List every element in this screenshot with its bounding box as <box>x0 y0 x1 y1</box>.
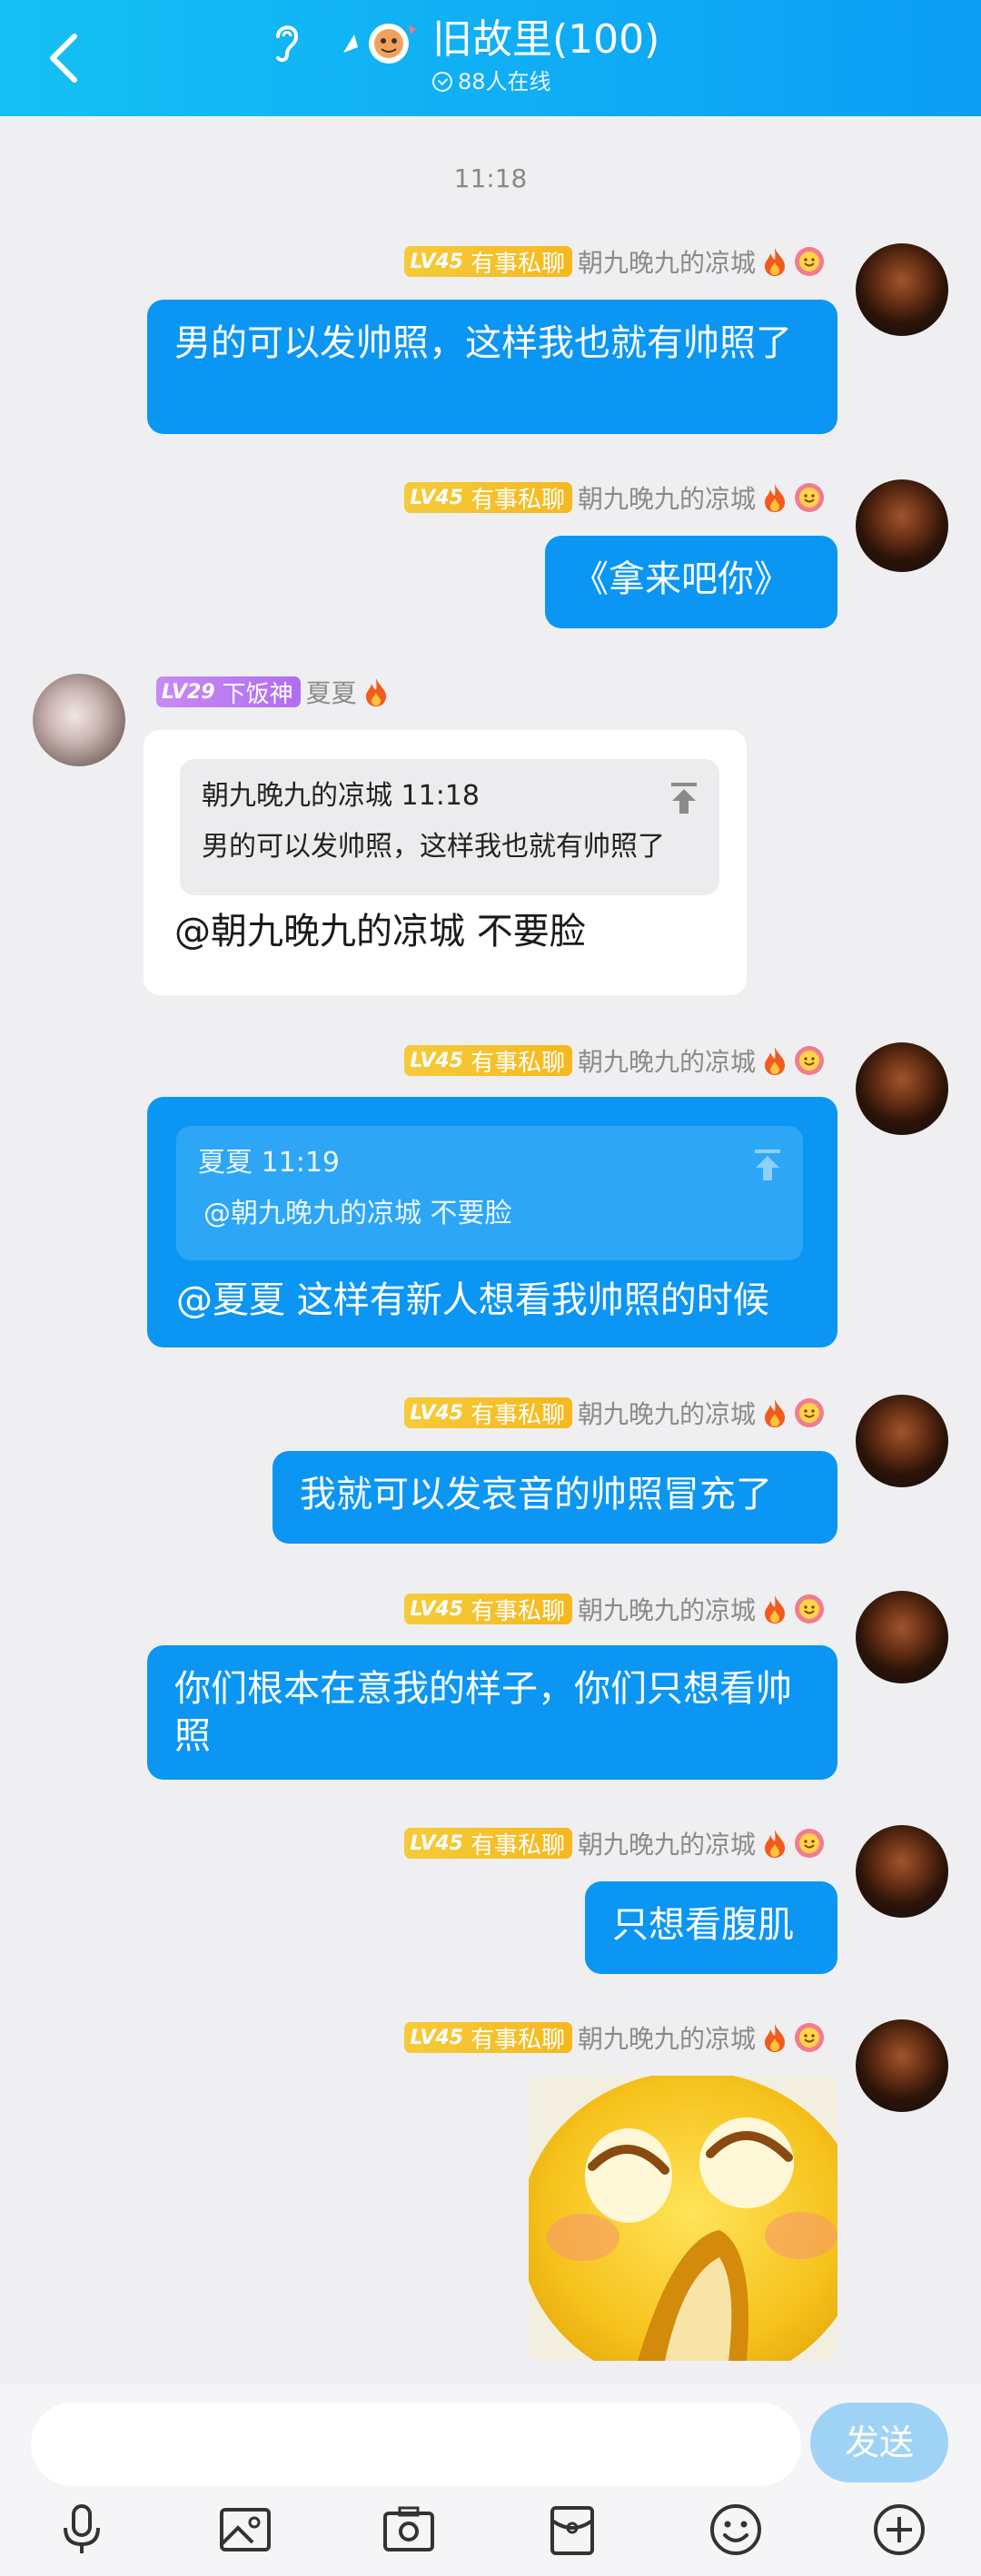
sender-name[interactable]: 朝九晚九的凉城 <box>578 479 756 516</box>
message-meta: LV45 有事私聊 朝九晚九的凉城 <box>404 243 825 280</box>
fire-icon <box>765 1399 785 1427</box>
chat-header: 旧故里(100) 88人在线 <box>0 0 981 116</box>
smile-badge-icon <box>795 1594 824 1624</box>
red-packet-icon[interactable] <box>543 2501 601 2559</box>
quoted-message[interactable]: 夏夏 11:19 @朝九晚九的凉城 不要脸 <box>176 1126 803 1260</box>
message-bubble[interactable]: 朝九晚九的凉城 11:18 男的可以发帅照，这样我也就有帅照了 @朝九晚九的凉城… <box>144 730 747 995</box>
message-meta: LV29 下饭神 夏夏 <box>156 674 390 710</box>
mic-icon[interactable] <box>53 2501 111 2559</box>
level-badge: LV45 有事私聊 <box>404 1397 572 1429</box>
group-avatar[interactable] <box>336 16 420 67</box>
quote-header: 夏夏 11:19 <box>198 1147 340 1179</box>
smile-badge-icon <box>795 2023 824 2052</box>
message-bubble[interactable]: 只想看腹肌 <box>585 1881 837 1974</box>
level-badge: LV45 有事私聊 <box>404 2022 572 2054</box>
sender-name[interactable]: 朝九晚九的凉城 <box>578 1042 756 1079</box>
send-button[interactable]: 发送 <box>810 2403 948 2482</box>
avatar[interactable] <box>856 1395 948 1487</box>
smile-badge-icon <box>795 1046 824 1075</box>
level-badge: LV45 有事私聊 <box>404 1594 572 1625</box>
message-text: @朝九晚九的凉城 不要脸 <box>174 911 586 952</box>
quote-header: 朝九晚九的凉城 11:18 <box>202 780 480 812</box>
message-meta: LV45 有事私聊 朝九晚九的凉城 <box>404 1042 825 1079</box>
sender-name[interactable]: 朝九晚九的凉城 <box>578 1825 756 1861</box>
message-bubble[interactable]: 《拿来吧你》 <box>545 536 837 628</box>
fire-icon <box>765 248 785 276</box>
group-title[interactable]: 旧故里(100) <box>432 13 659 67</box>
avatar[interactable] <box>856 1591 948 1683</box>
level-badge: LV45 有事私聊 <box>404 482 572 514</box>
sender-name[interactable]: 朝九晚九的凉城 <box>578 1591 756 1627</box>
smile-badge-icon <box>795 483 824 512</box>
jump-to-top-icon[interactable] <box>752 1148 783 1182</box>
image-icon[interactable] <box>216 2501 274 2559</box>
online-count[interactable]: 88人在线 <box>432 67 551 96</box>
level-badge: LV45 有事私聊 <box>404 1045 572 1077</box>
smile-badge-icon <box>795 1398 824 1427</box>
fire-icon <box>765 1047 785 1075</box>
avatar[interactable] <box>856 2019 948 2112</box>
fire-icon <box>765 1830 785 1858</box>
back-arrow-icon[interactable] <box>40 29 91 87</box>
message-input[interactable] <box>31 2403 801 2486</box>
jump-to-top-icon[interactable] <box>669 781 699 815</box>
sender-name[interactable]: 朝九晚九的凉城 <box>578 243 756 280</box>
avatar[interactable] <box>856 1042 948 1135</box>
sender-name[interactable]: 朝九晚九的凉城 <box>578 1395 756 1431</box>
level-badge: LV29 下饭神 <box>156 676 301 708</box>
level-badge: LV45 有事私聊 <box>404 246 572 278</box>
plus-icon[interactable] <box>870 2501 928 2559</box>
fire-icon <box>765 1595 785 1624</box>
level-badge: LV45 有事私聊 <box>404 1828 572 1860</box>
smile-badge-icon <box>795 247 824 276</box>
message-bubble[interactable]: 你们根本在意我的样子，你们只想看帅照 <box>147 1645 837 1780</box>
fire-icon <box>765 484 785 512</box>
sender-name[interactable]: 朝九晚九的凉城 <box>578 2019 756 2056</box>
camera-icon[interactable] <box>380 2501 438 2559</box>
smile-badge-icon <box>795 1829 824 1858</box>
message-meta: LV45 有事私聊 朝九晚九的凉城 <box>404 1395 825 1431</box>
avatar[interactable] <box>856 243 948 336</box>
message-meta: LV45 有事私聊 朝九晚九的凉城 <box>404 2019 825 2056</box>
message-bubble[interactable]: 男的可以发帅照，这样我也就有帅照了 <box>147 300 837 434</box>
message-bubble[interactable]: 夏夏 11:19 @朝九晚九的凉城 不要脸 @夏夏 这样有新人想看我帅照的时候 <box>147 1097 837 1347</box>
quote-text: @朝九晚九的凉城 不要脸 <box>203 1198 512 1229</box>
message-meta: LV45 有事私聊 朝九晚九的凉城 <box>404 1825 825 1861</box>
message-bubble[interactable]: 我就可以发哀音的帅照冒充了 <box>272 1451 837 1544</box>
message-text: @夏夏 这样有新人想看我帅照的时候 <box>176 1279 769 1321</box>
emoji-icon[interactable] <box>707 2501 765 2559</box>
ear-icon[interactable] <box>267 18 303 65</box>
quoted-message[interactable]: 朝九晚九的凉城 11:18 男的可以发帅照，这样我也就有帅照了 <box>180 759 719 895</box>
timestamp: 11:18 <box>453 163 528 193</box>
composer-bar: 发送 <box>0 2384 981 2576</box>
avatar[interactable] <box>33 674 125 766</box>
chevron-down-circle-icon <box>432 72 452 92</box>
quote-text: 男的可以发帅照，这样我也就有帅照了 <box>202 831 665 863</box>
avatar[interactable] <box>856 1825 948 1918</box>
fire-icon <box>365 678 386 706</box>
crying-emoji-sticker[interactable] <box>529 2076 837 2361</box>
message-meta: LV45 有事私聊 朝九晚九的凉城 <box>404 479 825 516</box>
fire-icon <box>765 2024 785 2052</box>
message-meta: LV45 有事私聊 朝九晚九的凉城 <box>404 1591 825 1627</box>
avatar[interactable] <box>856 479 948 572</box>
sender-name[interactable]: 夏夏 <box>306 674 357 710</box>
